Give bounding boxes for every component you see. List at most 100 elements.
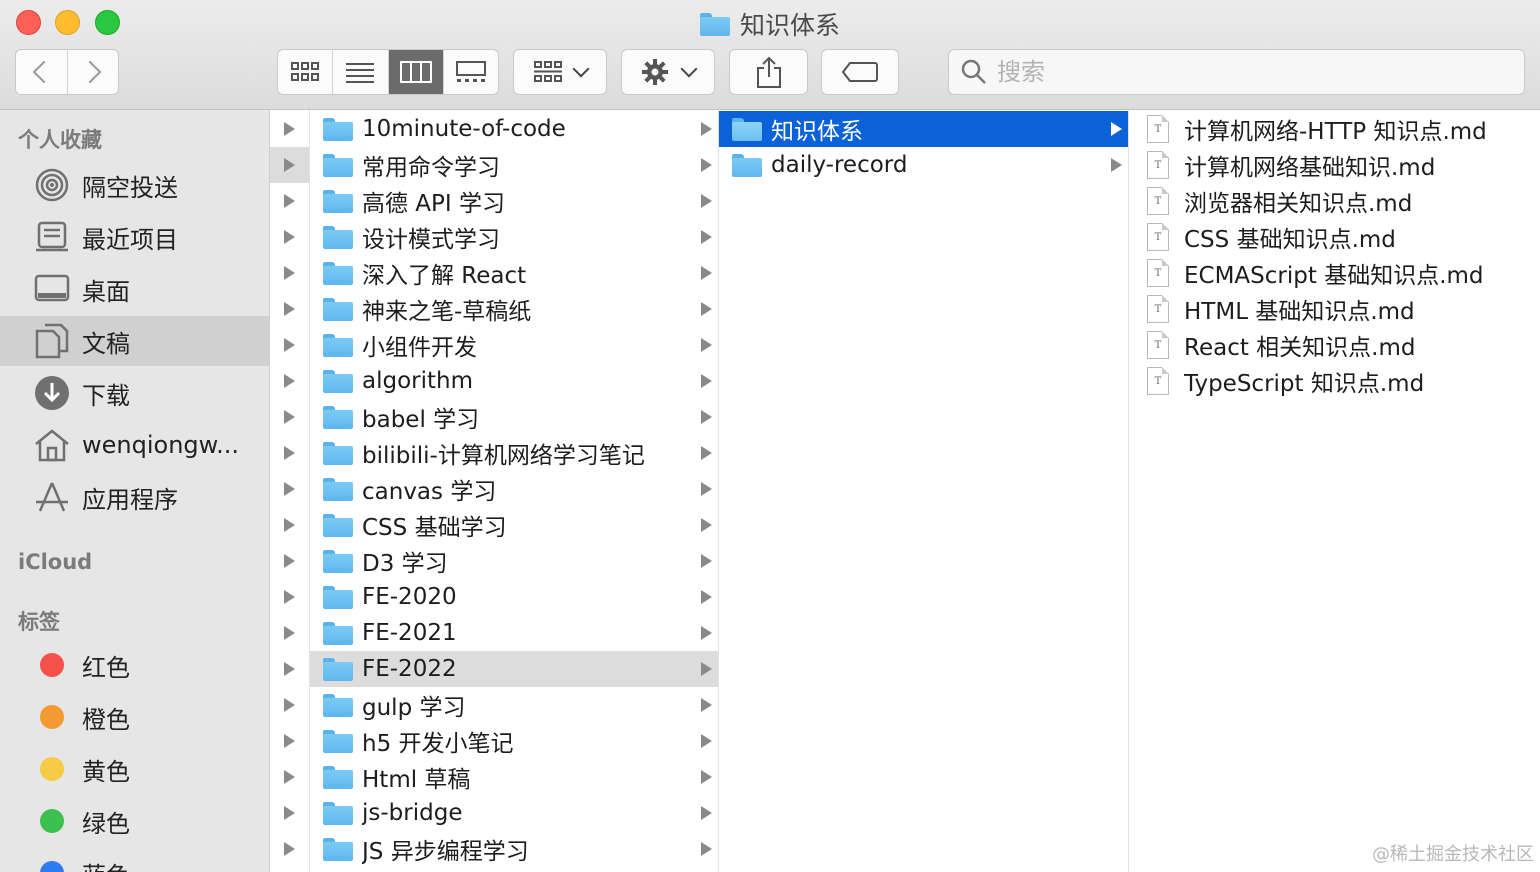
sidebar-tag-blue[interactable]: 蓝色 xyxy=(0,848,269,872)
disclosure-triangle-icon xyxy=(701,698,712,712)
folder-icon xyxy=(323,261,353,285)
list-view-button[interactable] xyxy=(332,50,387,94)
gallery-view-button[interactable] xyxy=(442,50,498,94)
forward-button[interactable] xyxy=(66,50,118,94)
sidebar-item-desktop[interactable]: 桌面 xyxy=(0,264,269,314)
search-icon xyxy=(961,59,986,84)
parent-row[interactable] xyxy=(270,831,309,867)
folder-row[interactable]: 小组件开发 xyxy=(310,327,718,363)
folder-row[interactable]: CSS 基础学习 xyxy=(310,507,718,543)
file-row[interactable]: T 计算机网络基础知识.md xyxy=(1129,147,1540,183)
file-name: React 相关知识点.md xyxy=(1184,335,1416,361)
sidebar-item-recents[interactable]: 最近项目 xyxy=(0,212,269,262)
folder-row[interactable]: h5 开发小笔记 xyxy=(310,723,718,759)
folder-row[interactable]: D3 学习 xyxy=(310,543,718,579)
icon-view-button[interactable] xyxy=(278,50,332,94)
file-row[interactable]: T ECMAScript 基础知识点.md xyxy=(1129,255,1540,291)
folder-row[interactable]: 知识体系 xyxy=(719,111,1128,147)
parent-row[interactable] xyxy=(270,291,309,327)
parent-row[interactable] xyxy=(270,471,309,507)
folder-row[interactable]: JS 异步编程学习 xyxy=(310,831,718,867)
disclosure-triangle-icon xyxy=(284,230,295,244)
parent-row[interactable] xyxy=(270,435,309,471)
file-row[interactable]: T HTML 基础知识点.md xyxy=(1129,291,1540,327)
parent-row[interactable] xyxy=(270,615,309,651)
sidebar-tag-orange[interactable]: 橙色 xyxy=(0,692,269,742)
parent-row[interactable] xyxy=(270,687,309,723)
back-button[interactable] xyxy=(16,50,67,94)
folder-row[interactable]: daily-record xyxy=(719,147,1128,183)
sidebar-tag-green[interactable]: 绿色 xyxy=(0,796,269,846)
folder-row[interactable]: js-bridge xyxy=(310,795,718,831)
folder-icon xyxy=(323,693,353,717)
parent-row[interactable] xyxy=(270,651,309,687)
parent-row[interactable] xyxy=(270,327,309,363)
file-row[interactable]: T React 相关知识点.md xyxy=(1129,327,1540,363)
tag-icon xyxy=(842,62,878,82)
parent-row[interactable] xyxy=(270,543,309,579)
disclosure-triangle-icon xyxy=(701,770,712,784)
parent-row[interactable] xyxy=(270,579,309,615)
folder-row[interactable]: 10minute-of-code xyxy=(310,111,718,147)
folder-row[interactable]: 常用命令学习 xyxy=(310,147,718,183)
folder-row[interactable]: Html 草稿 xyxy=(310,759,718,795)
disclosure-triangle-icon xyxy=(284,734,295,748)
folder-row[interactable]: 深入了解 React xyxy=(310,255,718,291)
search-input[interactable] xyxy=(997,58,1497,86)
parent-row[interactable] xyxy=(270,183,309,219)
folder-icon xyxy=(323,621,353,645)
disclosure-triangle-icon xyxy=(284,302,295,316)
file-name: CSS 基础知识点.md xyxy=(1184,227,1396,253)
search-field[interactable] xyxy=(948,49,1525,95)
sidebar-item-airdrop[interactable]: 隔空投送 xyxy=(0,160,269,210)
file-row[interactable]: T TypeScript 知识点.md xyxy=(1129,363,1540,399)
parent-row[interactable] xyxy=(270,219,309,255)
tag-dot-icon xyxy=(40,757,64,781)
folder-row[interactable]: 高德 API 学习 xyxy=(310,183,718,219)
sidebar-tag-red[interactable]: 红色 xyxy=(0,640,269,690)
parent-row[interactable] xyxy=(270,723,309,759)
tag-dot-icon xyxy=(40,653,64,677)
file-row[interactable]: T CSS 基础知识点.md xyxy=(1129,219,1540,255)
folder-row[interactable]: 神来之笔-草稿纸 xyxy=(310,291,718,327)
sidebar-item-documents[interactable]: 文稿 xyxy=(0,316,269,366)
file-row[interactable]: T 浏览器相关知识点.md xyxy=(1129,183,1540,219)
parent-row[interactable] xyxy=(270,363,309,399)
edit-tags-button[interactable] xyxy=(821,49,899,95)
sidebar-item-downloads[interactable]: 下载 xyxy=(0,368,269,418)
folder-row[interactable]: FE-2021 xyxy=(310,615,718,651)
parent-row[interactable] xyxy=(270,147,309,183)
disclosure-triangle-icon xyxy=(284,158,295,172)
folder-row[interactable]: gulp 学习 xyxy=(310,687,718,723)
folder-row[interactable]: canvas 学习 xyxy=(310,471,718,507)
sidebar-item-applications[interactable]: 应用程序 xyxy=(0,472,269,522)
group-by-button[interactable] xyxy=(513,49,607,95)
column-view-button[interactable] xyxy=(387,50,443,94)
action-menu-button[interactable] xyxy=(621,49,715,95)
folder-row[interactable]: algorithm xyxy=(310,363,718,399)
sidebar-item-home[interactable]: wenqiongw... xyxy=(0,420,269,470)
sidebar-item-label: 隔空投送 xyxy=(82,173,178,202)
folder-name: FE-2020 xyxy=(362,584,457,610)
column-fe-2022: 知识体系 daily-record xyxy=(719,110,1129,872)
toolbar: 知识体系 xyxy=(0,0,1540,110)
parent-row[interactable] xyxy=(270,507,309,543)
share-button[interactable] xyxy=(729,49,808,95)
parent-row[interactable] xyxy=(270,399,309,435)
sidebar-tag-yellow[interactable]: 黄色 xyxy=(0,744,269,794)
disclosure-triangle-icon xyxy=(284,194,295,208)
file-row[interactable]: T 计算机网络-HTTP 知识点.md xyxy=(1129,111,1540,147)
folder-row[interactable]: babel 学习 xyxy=(310,399,718,435)
folder-row[interactable]: FE-2022 xyxy=(310,651,718,687)
parent-row[interactable] xyxy=(270,255,309,291)
parent-row[interactable] xyxy=(270,111,309,147)
parent-row[interactable] xyxy=(270,795,309,831)
folder-name: babel 学习 xyxy=(362,407,480,433)
parent-row[interactable] xyxy=(270,759,309,795)
folder-row[interactable]: FE-2020 xyxy=(310,579,718,615)
folder-row[interactable]: bilibili-计算机网络学习笔记 xyxy=(310,435,718,471)
text-document-icon: T xyxy=(1147,295,1169,323)
disclosure-triangle-icon xyxy=(284,410,295,424)
folder-row[interactable]: 设计模式学习 xyxy=(310,219,718,255)
icon-grid-icon xyxy=(291,62,320,81)
